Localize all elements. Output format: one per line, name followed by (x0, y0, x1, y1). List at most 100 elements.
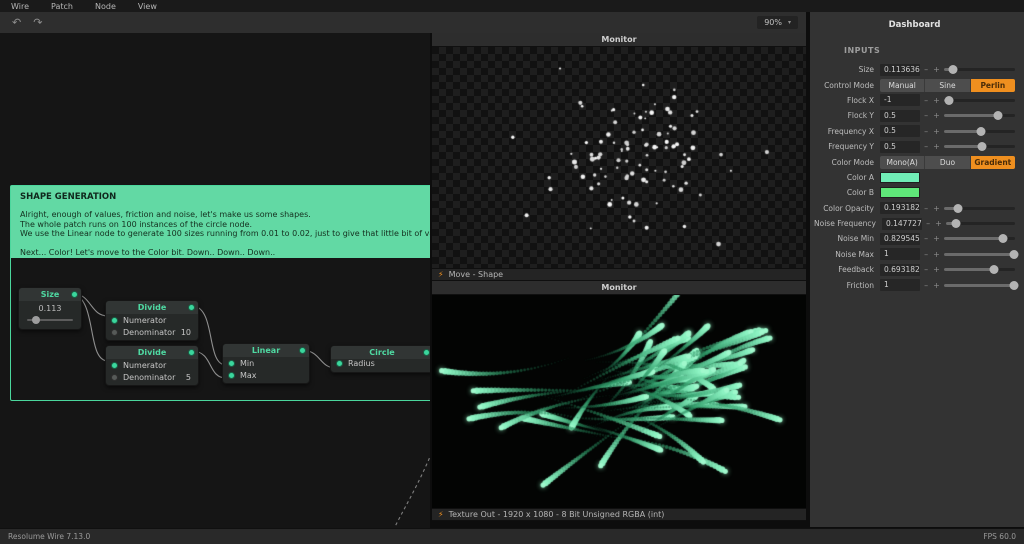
menu-wire[interactable]: Wire (0, 2, 40, 11)
node-linear-output-port[interactable] (299, 347, 306, 354)
increment-button[interactable]: + (933, 265, 940, 274)
node-size-output-port[interactable] (71, 291, 78, 298)
monitor-1-statusbar[interactable]: ⚡ Move - Shape (432, 268, 806, 281)
decrement-button[interactable]: – (924, 111, 928, 120)
node-divide-2[interactable]: Divide Numerator Denominator 5 (105, 345, 199, 386)
slider-thumb[interactable] (954, 204, 963, 213)
slider-thumb[interactable] (952, 219, 961, 228)
segment-manual[interactable]: Manual (880, 79, 925, 92)
slider-thumb[interactable] (993, 111, 1002, 120)
param-slider[interactable] (944, 268, 1015, 271)
param-value-field[interactable]: 1 (880, 248, 920, 260)
increment-button[interactable]: + (933, 65, 940, 74)
monitor-1-header[interactable]: Monitor (432, 33, 806, 47)
decrement-button[interactable]: – (924, 96, 928, 105)
increment-button[interactable]: + (933, 111, 940, 120)
monitor-2-header[interactable]: Monitor (432, 281, 806, 295)
radius-input-port[interactable] (336, 360, 343, 367)
param-slider[interactable] (944, 99, 1015, 102)
param-slider[interactable] (944, 207, 1015, 210)
node-size-header[interactable]: Size (19, 288, 81, 301)
param-value-field[interactable]: 0.829545 (880, 233, 920, 245)
param-slider[interactable] (944, 253, 1015, 256)
decrement-button[interactable]: – (924, 204, 928, 213)
node-divide-2-header[interactable]: Divide (106, 346, 198, 359)
menu-patch[interactable]: Patch (40, 2, 84, 11)
segment-duo[interactable]: Duo (925, 156, 970, 169)
min-input-port[interactable] (228, 360, 235, 367)
monitor-1-viewport[interactable] (432, 47, 806, 268)
node-size[interactable]: Size 0.113 (18, 287, 82, 330)
node-circle[interactable]: Circle Radius (330, 345, 430, 373)
node-size-slider[interactable] (27, 319, 73, 321)
increment-button[interactable]: + (933, 250, 940, 259)
decrement-button[interactable]: – (924, 281, 928, 290)
param-slider[interactable] (946, 222, 1015, 225)
increment-button[interactable]: + (933, 96, 940, 105)
max-input-port[interactable] (228, 372, 235, 379)
node-circle-header[interactable]: Circle (331, 346, 430, 359)
increment-button[interactable]: + (933, 142, 940, 151)
segment-mono-a[interactable]: Mono(A) (880, 156, 925, 169)
param-value-field[interactable]: 0.5 (880, 141, 920, 153)
param-slider[interactable] (944, 145, 1015, 148)
slider-thumb[interactable] (949, 65, 958, 74)
decrement-button[interactable]: – (924, 265, 928, 274)
node-circle-output-port[interactable] (423, 349, 430, 356)
node-linear[interactable]: Linear Min Max (222, 343, 310, 384)
decrement-button[interactable]: – (924, 127, 928, 136)
param-value-field[interactable]: 1 (880, 279, 920, 291)
param-slider[interactable] (944, 130, 1015, 133)
param-value-field[interactable]: 0.5 (880, 125, 920, 137)
segment-perlin[interactable]: Perlin (971, 79, 1015, 92)
slider-thumb[interactable] (944, 96, 953, 105)
param-slider[interactable] (944, 237, 1015, 240)
menu-node[interactable]: Node (84, 2, 127, 11)
node-divide-1[interactable]: Divide Numerator Denominator 10 (105, 300, 199, 341)
decrement-button[interactable]: – (924, 234, 928, 243)
slider-thumb[interactable] (1009, 250, 1018, 259)
slider-thumb[interactable] (977, 142, 986, 151)
increment-button[interactable]: + (935, 219, 942, 228)
node-divide-2-output-port[interactable] (188, 349, 195, 356)
decrement-button[interactable]: – (924, 250, 928, 259)
slider-thumb[interactable] (1009, 281, 1018, 290)
zoom-dropdown[interactable]: 90% ▾ (757, 16, 798, 29)
param-slider[interactable] (944, 284, 1015, 287)
decrement-button[interactable]: – (924, 142, 928, 151)
node-divide-1-header[interactable]: Divide (106, 301, 198, 314)
param-slider[interactable] (944, 68, 1015, 71)
decrement-button[interactable]: – (924, 65, 928, 74)
color-a-swatch[interactable] (880, 172, 920, 183)
slider-thumb[interactable] (998, 234, 1007, 243)
increment-button[interactable]: + (933, 281, 940, 290)
undo-icon[interactable]: ↶ (12, 12, 21, 33)
slider-thumb[interactable] (989, 265, 998, 274)
node-size-slider-thumb[interactable] (32, 316, 40, 324)
node-editor-canvas[interactable]: SHAPE GENERATION Alright, enough of valu… (0, 33, 430, 528)
denominator-input-port[interactable] (111, 374, 118, 381)
param-value-field[interactable]: 0.693182 (880, 264, 920, 276)
param-value-field[interactable]: 0.5 (880, 110, 920, 122)
increment-button[interactable]: + (933, 204, 940, 213)
param-value-field[interactable]: 0.147727 (882, 218, 922, 230)
segment-sine[interactable]: Sine (925, 79, 970, 92)
segment-gradient[interactable]: Gradient (971, 156, 1015, 169)
node-divide-1-output-port[interactable] (188, 304, 195, 311)
menu-view[interactable]: View (127, 2, 168, 11)
color-b-swatch[interactable] (880, 187, 920, 198)
numerator-input-port[interactable] (111, 362, 118, 369)
decrement-button[interactable]: – (926, 219, 930, 228)
param-value-field[interactable]: 0.193182 (880, 202, 920, 214)
denominator-value[interactable]: 5 (186, 373, 191, 382)
monitor-2-viewport[interactable] (432, 295, 806, 508)
param-value-field[interactable]: -1 (880, 94, 920, 106)
node-linear-header[interactable]: Linear (223, 344, 309, 357)
param-value-field[interactable]: 0.113636 (880, 64, 920, 76)
redo-icon[interactable]: ↷ (33, 12, 42, 33)
denominator-value[interactable]: 10 (181, 328, 191, 337)
denominator-input-port[interactable] (111, 329, 118, 336)
monitor-2-statusbar[interactable]: ⚡ Texture Out - 1920 x 1080 - 8 Bit Unsi… (432, 508, 806, 521)
param-slider[interactable] (944, 114, 1015, 117)
increment-button[interactable]: + (933, 127, 940, 136)
